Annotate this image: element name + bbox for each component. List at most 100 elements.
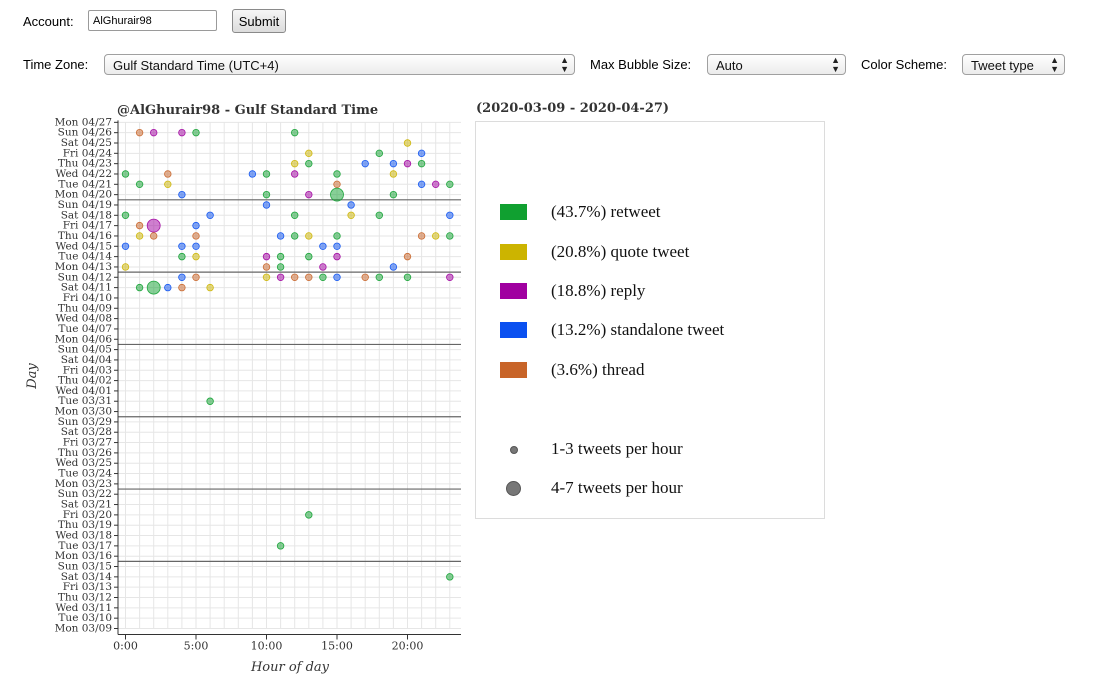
tweet-bubble bbox=[276, 542, 285, 550]
tweet-bubble bbox=[178, 283, 186, 292]
small-bubble-icon bbox=[510, 446, 518, 454]
legend-item-quote-tweet: (20.8%) quote tweet bbox=[476, 240, 824, 264]
tweet-bubble bbox=[305, 159, 313, 168]
y-tick-label: Mon 04/06 bbox=[55, 333, 113, 345]
tweet-bubble bbox=[291, 170, 299, 178]
y-tick-label: Wed 03/25 bbox=[56, 457, 112, 469]
tweet-bubble bbox=[333, 170, 341, 178]
legend-label: (20.8%) quote tweet bbox=[551, 242, 690, 261]
y-tick-labels: Mon 03/09Tue 03/10Wed 03/11Thu 03/12Fri … bbox=[55, 116, 113, 634]
y-tick-label: Sat 04/25 bbox=[61, 137, 112, 149]
y-tick-label: Fri 04/24 bbox=[63, 147, 113, 159]
tweet-bubble bbox=[389, 159, 398, 168]
legend-swatch bbox=[500, 362, 527, 378]
tweet-bubble bbox=[192, 273, 200, 281]
tweet-bubble bbox=[206, 211, 214, 219]
y-tick-label: Sat 03/14 bbox=[61, 571, 113, 583]
y-tick-label: Thu 04/09 bbox=[58, 302, 112, 314]
y-tick-label: Mon 03/09 bbox=[55, 623, 112, 635]
y-tick-label: Tue 04/21 bbox=[58, 178, 112, 190]
data-points bbox=[121, 128, 454, 581]
y-tick-label: Wed 04/08 bbox=[56, 313, 112, 325]
tweet-bubble bbox=[178, 252, 186, 261]
color-scheme-select-value: Tweet type bbox=[971, 58, 1034, 73]
legend-label: (43.7%) retweet bbox=[551, 202, 661, 221]
tweet-bubble bbox=[121, 242, 130, 250]
tweet-bubble bbox=[347, 211, 355, 219]
tweet-bubble bbox=[333, 180, 341, 189]
y-tick-label: Thu 03/12 bbox=[58, 592, 112, 604]
y-tick-label: Thu 04/16 bbox=[58, 230, 112, 242]
tweet-bubble bbox=[121, 211, 130, 219]
tweet-bubble bbox=[135, 128, 144, 137]
tweet-bubble bbox=[262, 263, 271, 271]
timezone-select[interactable]: Gulf Standard Time (UTC+4) ▲ ▼ bbox=[104, 54, 575, 75]
large-bubble-icon bbox=[506, 481, 521, 496]
tweet-bubble bbox=[389, 190, 398, 199]
y-tick-label: Wed 04/22 bbox=[56, 168, 112, 180]
tweet-bubble bbox=[417, 159, 426, 168]
y-tick-label: Sat 04/04 bbox=[61, 354, 113, 366]
tweet-bubble bbox=[192, 221, 200, 230]
y-tick-label: Fri 03/13 bbox=[63, 581, 112, 593]
y-tick-label: Wed 03/11 bbox=[56, 602, 112, 614]
y-tick-label: Tue 03/24 bbox=[58, 468, 112, 480]
tweet-bubble bbox=[305, 273, 313, 281]
tweet-bubble bbox=[333, 252, 341, 261]
y-tick-label: Sun 04/19 bbox=[58, 199, 112, 211]
y-tick-label: Fri 04/10 bbox=[63, 292, 112, 304]
y-tick-label: Thu 04/02 bbox=[58, 375, 112, 387]
tweet-bubble bbox=[276, 252, 285, 261]
legend-panel: (43.7%) retweet (20.8%) quote tweet (18.… bbox=[475, 121, 825, 519]
y-tick-label: Sun 03/22 bbox=[58, 488, 112, 500]
submit-button[interactable]: Submit bbox=[232, 9, 286, 33]
tweet-bubble bbox=[135, 283, 144, 292]
legend-item-small-bubble: 1-3 tweets per hour bbox=[476, 437, 824, 461]
tweet-bubble bbox=[164, 170, 172, 178]
legend-item-reply: (18.8%) reply bbox=[476, 279, 824, 303]
tweet-bubble bbox=[248, 170, 257, 178]
legend-label: (18.8%) reply bbox=[551, 281, 646, 300]
tweet-bubble bbox=[305, 149, 313, 158]
x-tick-label: 20:00 bbox=[392, 640, 424, 653]
y-tick-label: Mon 04/20 bbox=[55, 189, 112, 201]
tweet-bubble bbox=[389, 263, 398, 271]
tweet-bubble bbox=[403, 252, 412, 261]
tweet-activity-chart: @AlGhurair98 - Gulf Standard Time Mon 03… bbox=[25, 103, 461, 675]
tweet-bubble bbox=[146, 218, 161, 233]
tweet-bubble bbox=[432, 232, 440, 240]
y-tick-label: Fri 03/20 bbox=[63, 509, 112, 521]
legend-swatch bbox=[500, 204, 527, 220]
tweet-bubble bbox=[262, 201, 271, 209]
legend-label: 1-3 tweets per hour bbox=[551, 439, 683, 458]
y-tick-label: Wed 03/18 bbox=[56, 530, 112, 542]
x-axis-label: Hour of day bbox=[250, 660, 330, 675]
bubble-size-label: Max Bubble Size: bbox=[590, 57, 692, 72]
tweet-bubble bbox=[305, 511, 313, 519]
tweet-bubble bbox=[192, 242, 200, 250]
tweet-bubble bbox=[291, 273, 299, 281]
color-scheme-select[interactable]: Tweet type ▲ ▼ bbox=[962, 54, 1065, 75]
grid-layer bbox=[114, 120, 461, 635]
tweet-bubble bbox=[206, 397, 214, 405]
account-input[interactable] bbox=[88, 10, 217, 31]
tweet-bubble bbox=[319, 273, 327, 281]
tweet-bubble bbox=[135, 232, 144, 240]
tweet-bubble bbox=[178, 190, 186, 199]
y-axis-label: Day bbox=[25, 363, 40, 390]
tweet-bubble bbox=[135, 180, 144, 189]
y-tick-label: Mon 04/27 bbox=[55, 116, 112, 128]
bubble-size-select[interactable]: Auto ▲ ▼ bbox=[707, 54, 846, 75]
tweet-bubble bbox=[206, 283, 214, 292]
legend-label: (13.2%) standalone tweet bbox=[551, 320, 725, 339]
tweet-bubble bbox=[178, 273, 186, 281]
y-tick-label: Fri 04/17 bbox=[63, 220, 112, 232]
select-arrows-icon: ▲ ▼ bbox=[831, 55, 840, 74]
tweet-bubble bbox=[375, 273, 383, 281]
legend-swatch bbox=[500, 322, 527, 338]
legend-swatch bbox=[500, 244, 527, 260]
select-arrows-icon: ▲ ▼ bbox=[560, 55, 569, 74]
y-tick-label: Wed 04/15 bbox=[56, 240, 112, 252]
y-tick-label: Tue 03/10 bbox=[58, 612, 112, 624]
tweet-bubble bbox=[333, 273, 341, 281]
